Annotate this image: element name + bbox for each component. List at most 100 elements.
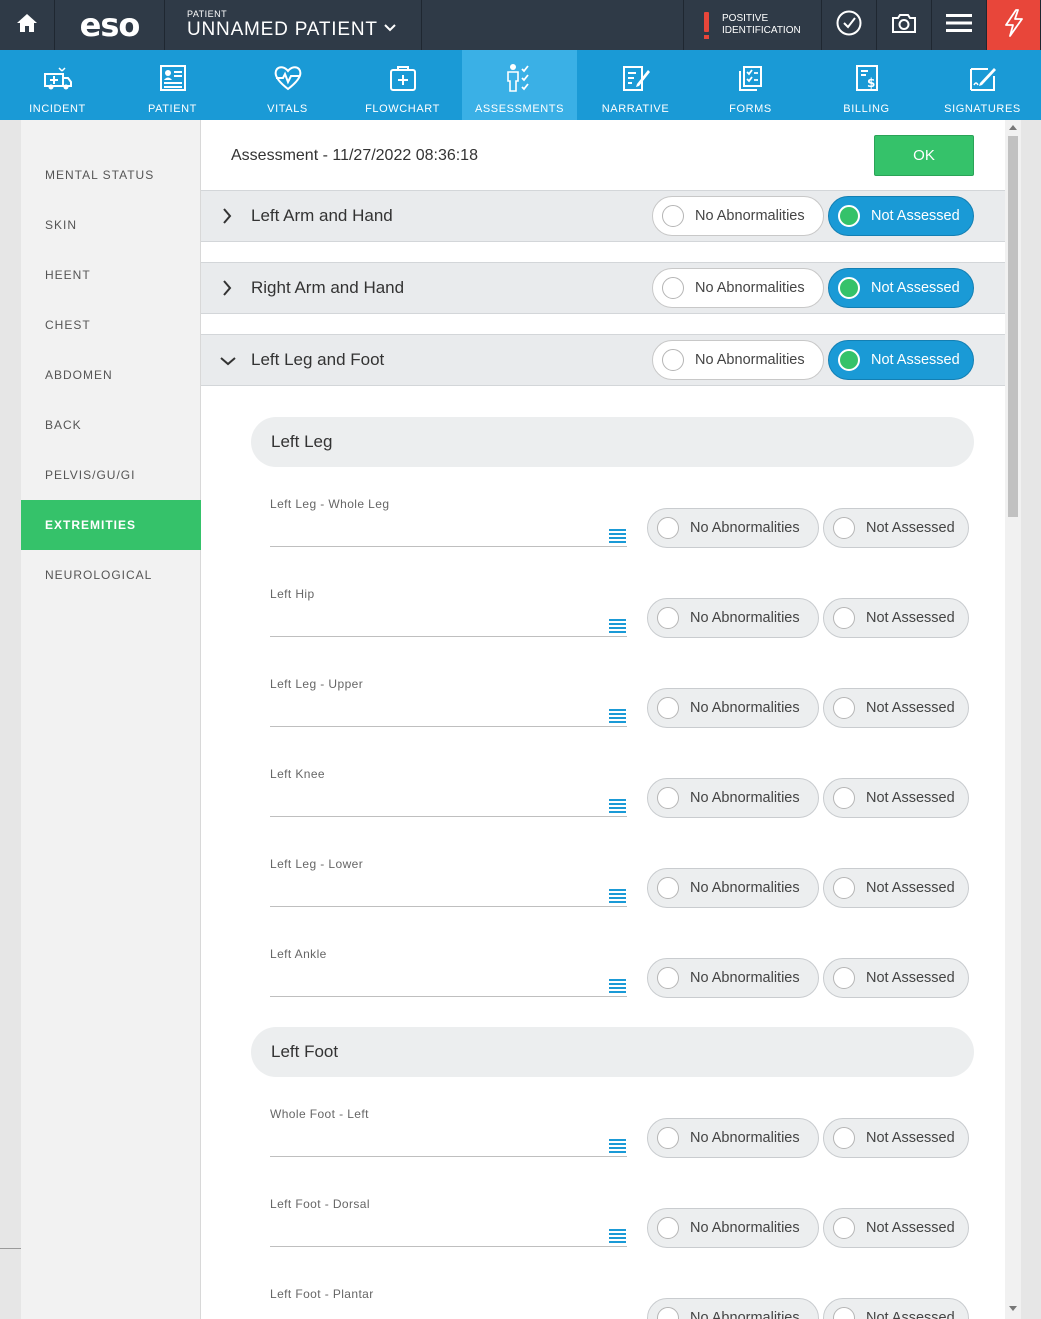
nav-signatures[interactable]: SIGNATURES xyxy=(925,50,1040,120)
billing-document-icon: $ xyxy=(854,64,880,92)
sidebar-item-heent[interactable]: HEENT xyxy=(21,250,201,300)
nav-assessments[interactable]: ASSESSMENTS xyxy=(462,50,577,120)
assessment-field[interactable]: Left Foot - Plantar xyxy=(270,1287,627,1319)
nav-label: VITALS xyxy=(267,103,308,115)
assessment-field[interactable]: Left Leg - Whole Leg xyxy=(270,497,627,557)
exclamation-dot xyxy=(704,35,709,39)
radio-circle-icon xyxy=(657,967,679,989)
sidebar-item-neurological[interactable]: NEUROLOGICAL xyxy=(21,550,201,600)
not-assessed-radio[interactable]: Not Assessed xyxy=(823,688,969,728)
not-assessed-radio[interactable]: Not Assessed xyxy=(828,196,974,236)
not-assessed-radio[interactable]: Not Assessed xyxy=(823,1208,969,1248)
assessment-field[interactable]: Left Foot - Dorsal xyxy=(270,1197,627,1257)
sidebar-item-chest[interactable]: CHEST xyxy=(21,300,201,350)
assessment-field[interactable]: Left Leg - Lower xyxy=(270,857,627,917)
not-assessed-radio[interactable]: Not Assessed xyxy=(823,1298,969,1319)
radio-label: No Abnormalities xyxy=(690,700,800,716)
no-abnormalities-radio[interactable]: No Abnormalities xyxy=(652,340,824,380)
field-label: Left Ankle xyxy=(270,947,327,961)
chevron-down-icon[interactable] xyxy=(219,354,237,372)
no-abnormalities-radio[interactable]: No Abnormalities xyxy=(647,868,819,908)
assessment-field[interactable]: Left Leg - Upper xyxy=(270,677,627,737)
not-assessed-radio[interactable]: Not Assessed xyxy=(823,508,969,548)
chevron-right-icon[interactable] xyxy=(221,279,233,302)
chevron-right-icon[interactable] xyxy=(221,207,233,230)
main-menu-button[interactable] xyxy=(932,0,987,50)
positive-identification-button[interactable]: POSITIVE IDENTIFICATION xyxy=(683,0,822,50)
not-assessed-radio[interactable]: Not Assessed xyxy=(828,340,974,380)
radio-label: Not Assessed xyxy=(871,280,960,296)
sidebar-item-back[interactable]: BACK xyxy=(21,400,201,450)
ok-button[interactable]: OK xyxy=(874,135,974,176)
no-abnormalities-radio[interactable]: No Abnormalities xyxy=(647,508,819,548)
radio-label: No Abnormalities xyxy=(695,280,805,296)
nav-forms[interactable]: FORMS xyxy=(693,50,808,120)
assessment-field[interactable]: Left Ankle xyxy=(270,947,627,1007)
nav-incident[interactable]: INCIDENT xyxy=(0,50,115,120)
nav-billing[interactable]: $ BILLING xyxy=(809,50,924,120)
positive-identification-label: POSITIVE IDENTIFICATION xyxy=(722,13,801,37)
radio-label: Not Assessed xyxy=(871,352,960,368)
vertical-scrollbar[interactable] xyxy=(1005,120,1021,1319)
radio-circle-icon xyxy=(657,1127,679,1149)
nav-flowchart[interactable]: FLOWCHART xyxy=(345,50,460,120)
not-assessed-radio[interactable]: Not Assessed xyxy=(823,958,969,998)
no-abnormalities-radio[interactable]: No Abnormalities xyxy=(647,598,819,638)
sidebar-item-extremities[interactable]: EXTREMITIES xyxy=(21,500,201,550)
section-left-leg-and-foot[interactable]: Left Leg and Foot No Abnormalities Not A… xyxy=(201,334,1005,386)
assessment-title: Assessment - 11/27/2022 08:36:18 xyxy=(231,147,478,164)
home-button[interactable] xyxy=(0,0,55,50)
no-abnormalities-radio[interactable]: No Abnormalities xyxy=(647,958,819,998)
section-nav: INCIDENT PATIENT VITALS FLOWCHART ASSESS… xyxy=(0,50,1041,120)
no-abnormalities-radio[interactable]: No Abnormalities xyxy=(647,1118,819,1158)
sidebar-item-mental-status[interactable]: MENTAL STATUS xyxy=(21,150,201,200)
validate-button[interactable] xyxy=(822,0,877,50)
not-assessed-radio[interactable]: Not Assessed xyxy=(823,1118,969,1158)
nav-patient[interactable]: PATIENT xyxy=(115,50,230,120)
radio-label: No Abnormalities xyxy=(690,1130,800,1146)
patient-name: UNNAMED PATIENT xyxy=(187,19,378,40)
camera-icon xyxy=(891,12,917,39)
subsection-title: Left Foot xyxy=(271,1042,339,1061)
no-abnormalities-radio[interactable]: No Abnormalities xyxy=(647,778,819,818)
radio-label: No Abnormalities xyxy=(690,1220,800,1236)
no-abnormalities-radio[interactable]: No Abnormalities xyxy=(647,688,819,728)
no-abnormalities-radio[interactable]: No Abnormalities xyxy=(652,268,824,308)
assessment-field[interactable]: Left Hip xyxy=(270,587,627,647)
not-assessed-radio[interactable]: Not Assessed xyxy=(823,868,969,908)
sidebar-item-abdomen[interactable]: ABDOMEN xyxy=(21,350,201,400)
no-abnormalities-radio[interactable]: No Abnormalities xyxy=(647,1208,819,1248)
scroll-up-arrow-icon[interactable] xyxy=(1009,125,1017,130)
nav-vitals[interactable]: VITALS xyxy=(230,50,345,120)
radio-label: Not Assessed xyxy=(866,700,955,716)
not-assessed-radio[interactable]: Not Assessed xyxy=(823,598,969,638)
radio-label: Not Assessed xyxy=(871,208,960,224)
scrollbar-thumb[interactable] xyxy=(1008,136,1018,517)
radio-circle-icon xyxy=(833,877,855,899)
sidebar-item-skin[interactable]: SKIN xyxy=(21,200,201,250)
assessment-field[interactable]: Left Knee xyxy=(270,767,627,827)
no-abnormalities-radio[interactable]: No Abnormalities xyxy=(647,1298,819,1319)
radio-circle-icon xyxy=(833,1217,855,1239)
ambulance-icon xyxy=(43,64,73,92)
sidebar-item-pelvis-gu-gi[interactable]: PELVIS/GU/GI xyxy=(21,450,201,500)
not-assessed-radio[interactable]: Not Assessed xyxy=(828,268,974,308)
nav-label: NARRATIVE xyxy=(601,103,670,115)
radio-selected-icon xyxy=(838,205,860,227)
field-label: Left Leg - Whole Leg xyxy=(270,497,390,511)
not-assessed-radio[interactable]: Not Assessed xyxy=(823,778,969,818)
quick-action-button[interactable] xyxy=(987,0,1041,50)
assessment-field[interactable]: Whole Foot - Left xyxy=(270,1107,627,1167)
nav-narrative[interactable]: NARRATIVE xyxy=(578,50,693,120)
section-right-arm-and-hand[interactable]: Right Arm and Hand No Abnormalities Not … xyxy=(201,262,1005,314)
radio-label: Not Assessed xyxy=(866,1220,955,1236)
section-left-arm-and-hand[interactable]: Left Arm and Hand No Abnormalities Not A… xyxy=(201,190,1005,242)
scroll-down-arrow-icon[interactable] xyxy=(1009,1306,1017,1311)
field-label: Left Leg - Lower xyxy=(270,857,364,871)
left-gutter xyxy=(0,120,21,1319)
radio-label: Not Assessed xyxy=(866,970,955,986)
no-abnormalities-radio[interactable]: No Abnormalities xyxy=(652,196,824,236)
radio-label: No Abnormalities xyxy=(690,610,800,626)
patient-selector[interactable]: PATIENT UNNAMED PATIENT xyxy=(165,0,422,50)
camera-button[interactable] xyxy=(877,0,932,50)
